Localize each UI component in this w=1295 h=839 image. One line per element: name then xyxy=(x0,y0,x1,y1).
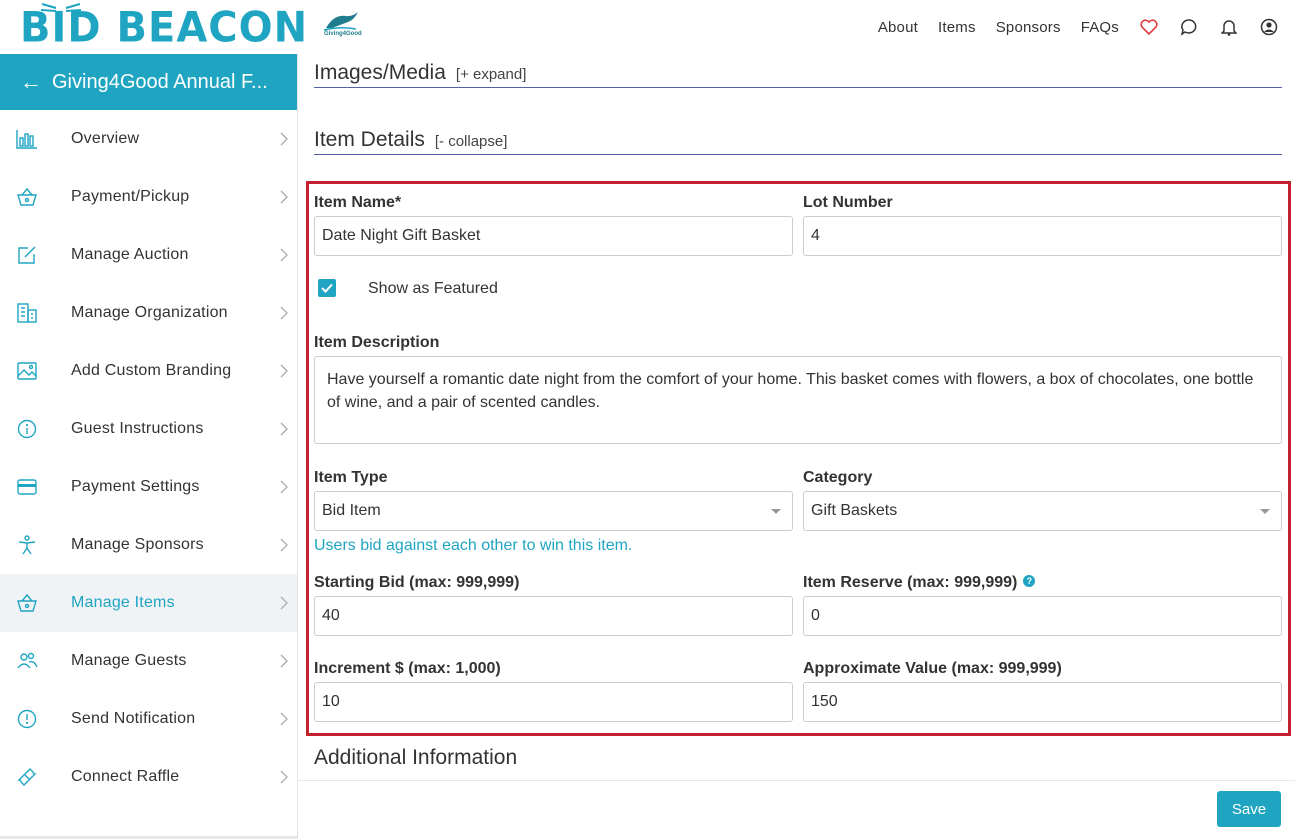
chevron-right-icon xyxy=(280,712,288,726)
images-media-section-header[interactable]: Images/Media [+ expand] xyxy=(314,54,1282,88)
nav-items-link[interactable]: Items xyxy=(938,19,976,36)
starting-bid-input[interactable]: 40 xyxy=(314,596,793,636)
bird-icon xyxy=(323,12,358,31)
bell-icon[interactable] xyxy=(1219,17,1239,37)
form-footer: Save xyxy=(298,780,1295,839)
bid-beacon-logo[interactable]: BID BEACON xyxy=(20,2,309,53)
sidebar-item-manage-guests[interactable]: Manage Guests xyxy=(0,632,297,690)
item-details-form: Item Name* Date Night Gift Basket Lot Nu… xyxy=(306,181,1291,736)
chevron-right-icon xyxy=(280,654,288,668)
lot-number-input[interactable]: 4 xyxy=(803,216,1282,256)
logo-text: BID BEACON xyxy=(20,3,309,53)
lot-number-label: Lot Number xyxy=(803,194,893,211)
collapse-toggle[interactable]: [- collapse] xyxy=(435,133,508,150)
top-navigation: About Items Sponsors FAQs xyxy=(858,0,1279,54)
top-header: BID BEACON Giving4Good About Items Spons… xyxy=(0,0,1295,54)
save-button[interactable]: Save xyxy=(1217,791,1281,827)
item-type-label: Item Type xyxy=(314,469,388,486)
chevron-right-icon xyxy=(280,132,288,146)
nav-faqs-link[interactable]: FAQs xyxy=(1081,19,1119,36)
sidebar-item-manage-sponsors[interactable]: Manage Sponsors xyxy=(0,516,297,574)
chevron-right-icon xyxy=(280,596,288,610)
chevron-right-icon xyxy=(280,770,288,784)
checkmark-icon xyxy=(321,283,333,293)
sidebar-item-payment-settings[interactable]: Payment Settings xyxy=(0,458,297,516)
item-name-input[interactable]: Date Night Gift Basket xyxy=(314,216,793,256)
show-featured-checkbox[interactable] xyxy=(318,279,336,297)
sidebar-item-manage-items[interactable]: Manage Items xyxy=(0,574,297,632)
item-description-textarea[interactable]: Have yourself a romantic date night from… xyxy=(314,356,1282,444)
additional-information-header[interactable]: Additional Information xyxy=(314,746,517,770)
increment-input[interactable]: 10 xyxy=(314,682,793,722)
bar-chart-icon xyxy=(16,130,37,149)
chevron-right-icon xyxy=(280,538,288,552)
credit-card-icon xyxy=(17,479,37,495)
sidebar-item-connect-raffle[interactable]: Connect Raffle xyxy=(0,748,297,806)
category-label: Category xyxy=(803,469,873,486)
chevron-down-icon xyxy=(771,509,781,514)
sidebar-item-manage-organization[interactable]: Manage Organization xyxy=(0,284,297,342)
chevron-down-icon xyxy=(1260,509,1270,514)
chevron-right-icon xyxy=(280,248,288,262)
event-title: Giving4Good Annual F... xyxy=(52,70,268,93)
increment-label: Increment $ (max: 1,000) xyxy=(314,660,501,677)
image-icon xyxy=(17,362,37,380)
item-name-label: Item Name* xyxy=(314,194,402,211)
sidebar-item-guest-instructions[interactable]: Guest Instructions xyxy=(0,400,297,458)
item-details-section-header[interactable]: Item Details [- collapse] xyxy=(314,121,1282,155)
chevron-right-icon xyxy=(280,480,288,494)
chevron-right-icon xyxy=(280,306,288,320)
chevron-right-icon xyxy=(280,190,288,204)
main-content: Images/Media [+ expand] Item Details [- … xyxy=(298,54,1295,839)
expand-toggle[interactable]: [+ expand] xyxy=(456,66,526,83)
item-type-hint: Users bid against each other to win this… xyxy=(314,537,633,554)
help-icon[interactable]: ? xyxy=(1023,575,1036,587)
basket-icon xyxy=(17,593,37,612)
category-select[interactable]: Gift Baskets xyxy=(803,491,1282,531)
nav-about-link[interactable]: About xyxy=(878,19,918,36)
users-icon xyxy=(17,652,38,669)
alert-icon xyxy=(17,709,37,729)
sidebar-item-custom-branding[interactable]: Add Custom Branding xyxy=(0,342,297,400)
basket-icon xyxy=(17,187,37,206)
sidebar-item-send-notification[interactable]: Send Notification xyxy=(0,690,297,748)
organization-logo: Giving4Good xyxy=(322,10,362,40)
item-reserve-input[interactable]: 0 xyxy=(803,596,1282,636)
account-icon[interactable] xyxy=(1259,17,1279,37)
chat-icon[interactable] xyxy=(1179,17,1199,37)
sidebar: ← Giving4Good Annual F... Overview Payme… xyxy=(0,54,298,839)
chevron-right-icon xyxy=(280,364,288,378)
category-value: Gift Baskets xyxy=(811,502,898,519)
item-type-value: Bid Item xyxy=(322,502,381,519)
sidebar-item-overview[interactable]: Overview xyxy=(0,110,297,168)
item-description-label: Item Description xyxy=(314,334,440,351)
ticket-icon xyxy=(17,768,37,786)
chevron-right-icon xyxy=(280,422,288,436)
approximate-value-label: Approximate Value (max: 999,999) xyxy=(803,660,1062,677)
sidebar-item-manage-auction[interactable]: Manage Auction xyxy=(0,226,297,284)
show-featured-label: Show as Featured xyxy=(368,280,498,297)
event-header[interactable]: ← Giving4Good Annual F... xyxy=(0,54,297,110)
starting-bid-label: Starting Bid (max: 999,999) xyxy=(314,574,520,591)
section-title: Images/Media xyxy=(314,61,446,84)
sidebar-item-payment-pickup[interactable]: Payment/Pickup xyxy=(0,168,297,226)
person-icon xyxy=(18,535,36,555)
nav-sponsors-link[interactable]: Sponsors xyxy=(996,19,1061,36)
building-icon xyxy=(17,303,37,323)
item-type-select[interactable]: Bid Item xyxy=(314,491,793,531)
approximate-value-input[interactable]: 150 xyxy=(803,682,1282,722)
arrow-left-icon[interactable]: ← xyxy=(20,71,42,93)
item-reserve-label: Item Reserve (max: 999,999)? xyxy=(803,574,1036,592)
info-icon xyxy=(17,419,37,439)
section-title: Item Details xyxy=(314,128,425,151)
edit-icon xyxy=(18,246,36,264)
heart-icon[interactable] xyxy=(1139,17,1159,37)
